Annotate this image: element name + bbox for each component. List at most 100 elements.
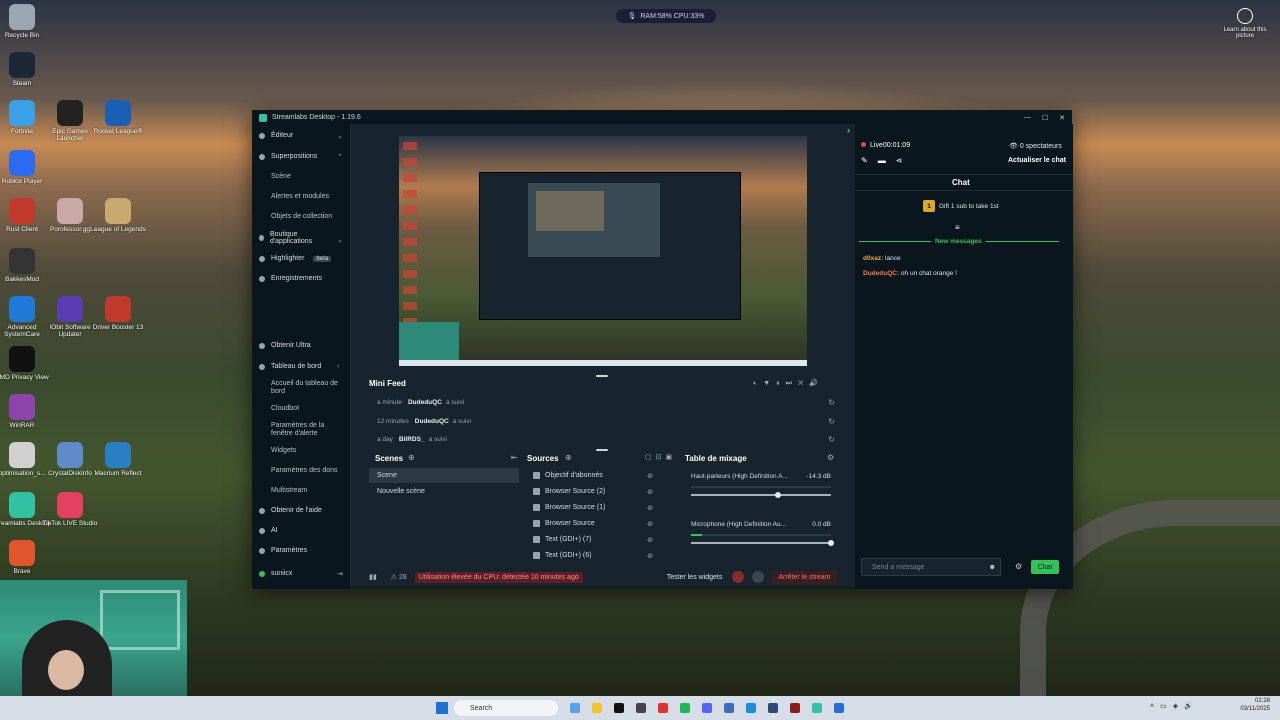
stats-icon[interactable]: ▮▮ (369, 573, 377, 581)
edge-icon[interactable] (746, 703, 756, 713)
visibility-icon[interactable]: ⊘ (647, 472, 653, 480)
clock[interactable]: 02:28 03/11/2025 (1240, 698, 1270, 714)
desktop-icon[interactable]: Brave (0, 540, 52, 575)
nav-obtenir-ultra[interactable]: Obtenir Ultra (259, 342, 311, 349)
chat-user[interactable]: DudeduQC: (863, 270, 899, 277)
source-item[interactable]: Browser Source (2) ⊘ (529, 484, 653, 499)
emoji-icon[interactable]: ☻ (989, 564, 996, 571)
folder-icon[interactable] (592, 703, 602, 713)
chevron-up-icon[interactable]: ⌃ (337, 153, 343, 161)
add-scene-icon[interactable]: ⊕ (408, 453, 415, 462)
chat-settings-icon[interactable]: ⚙ (1015, 562, 1022, 571)
app-icon[interactable] (636, 703, 646, 713)
user-account[interactable]: suniicx (259, 570, 292, 577)
nav-scene[interactable]: Scène (271, 173, 291, 181)
desktop-icon[interactable]: Roblox Player (0, 150, 52, 185)
mail-icon[interactable] (724, 703, 734, 713)
desktop-icon[interactable]: Steam (0, 52, 52, 87)
chevron-left-icon[interactable]: ‹ (337, 363, 339, 370)
gift-banner[interactable]: 1 Gift 1 sub to take 1st (923, 200, 999, 212)
app-icon[interactable] (834, 703, 844, 713)
scene-item[interactable]: Scene (369, 468, 519, 483)
nav-multistream[interactable]: Multistream (271, 487, 307, 495)
close-icon[interactable]: ✕ (1059, 114, 1065, 122)
desktop-icon[interactable]: Macrium Reflect (88, 442, 148, 477)
add-source-icon[interactable]: ⊕ (565, 453, 572, 462)
visibility-icon[interactable]: ⊘ (647, 536, 653, 544)
visibility-icon[interactable]: ⊘ (647, 552, 653, 560)
refresh-chat-button[interactable]: Actualiser le chat (1008, 157, 1066, 164)
title-bar[interactable]: Streamlabs Desktop - 1.19.6 — ☐ ✕ (253, 111, 1071, 124)
tiktok-icon[interactable] (614, 703, 624, 713)
desktop-icon[interactable]: Recycle Bin (0, 4, 52, 39)
visibility-icon[interactable]: ⊘ (647, 520, 653, 528)
collapse-chat-icon[interactable]: › (847, 125, 850, 135)
maximize-icon[interactable]: ☐ (1042, 114, 1048, 122)
stream-preview[interactable] (399, 136, 807, 366)
refresh-icon[interactable]: ↻ (828, 398, 835, 407)
system-monitor-widget[interactable]: 🎙 RAM:58% CPU:33% (616, 9, 716, 23)
nav-tableau-de-bord[interactable]: Tableau de bord (259, 363, 321, 370)
desktop-icon[interactable]: TikTok LIVE Studio (40, 492, 100, 527)
volume-knob[interactable] (828, 540, 834, 546)
alert-icon[interactable]: ⚠ (391, 573, 397, 581)
nav-boutique[interactable]: Boutique d'applications (259, 231, 329, 245)
nav-parametres-alerte[interactable]: Paramètres de la fenêtre d'alerte (271, 422, 343, 438)
desktop-icon[interactable]: BakkesMod (0, 248, 52, 283)
minimize-icon[interactable]: — (1024, 114, 1031, 122)
nav-dons[interactable]: Paramètres des dons (271, 467, 338, 475)
chat-input[interactable]: Send a message ☻ (861, 558, 1001, 576)
nav-highlighter[interactable]: Highlighter beta (259, 255, 332, 262)
sources-toolbar[interactable]: ▢⊡▣ (645, 453, 676, 461)
refresh-icon[interactable]: ↻ (828, 435, 835, 444)
nav-superpositions[interactable]: Superpositions (259, 153, 317, 160)
nav-widgets[interactable]: Widgets (271, 447, 296, 455)
steam-icon[interactable] (768, 703, 778, 713)
expand-icon[interactable]: ≡ (955, 223, 960, 232)
source-item[interactable]: Browser Source (1) ⊘ (529, 500, 653, 515)
nav-alertes[interactable]: Alertes et modules (271, 193, 329, 201)
streamlabs-icon[interactable] (812, 703, 822, 713)
resize-handle[interactable] (596, 449, 608, 451)
source-item[interactable]: Text (GDI+) (7) ⊘ (529, 532, 653, 547)
taskview-icon[interactable] (570, 703, 580, 713)
volume-knob[interactable] (774, 492, 781, 498)
desktop-icon[interactable]: League of Legends (88, 198, 148, 233)
volume-slider[interactable] (691, 540, 834, 546)
visibility-icon[interactable]: ⊘ (647, 504, 653, 512)
nav-accueil[interactable]: Accueil du tableau de bord (271, 380, 343, 396)
test-widgets-button[interactable]: Tester les widgets (667, 574, 723, 581)
tray-icons[interactable]: ˄▭◈🔊 (1150, 702, 1199, 710)
send-chat-button[interactable]: Chat (1031, 560, 1059, 574)
chat-tools[interactable]: ✎▬⋖ (861, 156, 912, 165)
chat-user[interactable]: d0xaz: (863, 255, 883, 262)
desktop-icon[interactable]: WinRAR (0, 394, 52, 429)
scene-item[interactable]: Nouvelle scène (369, 484, 519, 499)
nav-objets[interactable]: Objets de collection (271, 213, 332, 221)
scene-collapse-icon[interactable]: ⇤ (511, 453, 518, 462)
nav-aide[interactable]: Obtenir de l'aide (259, 507, 322, 514)
source-item[interactable]: Text (GDI+) (6) ⊘ (529, 548, 653, 563)
taskbar-search[interactable]: Search (454, 700, 558, 716)
minifeed-controls[interactable]: ◐▼⏸⏭✕🔊 (753, 379, 824, 388)
nav-editeur[interactable]: Éditeur (259, 132, 293, 139)
replay-icon[interactable] (752, 571, 765, 583)
source-item[interactable]: Objectif d'abonnés ⊘ (529, 468, 653, 483)
resize-handle[interactable] (596, 375, 608, 377)
stop-stream-button[interactable]: Arrêter le stream (772, 570, 837, 584)
mixer-settings-icon[interactable]: ⚙ (827, 453, 834, 462)
app-icon[interactable] (658, 703, 668, 713)
nav-cloudbot[interactable]: Cloudbot (271, 405, 299, 413)
source-item[interactable]: Browser Source ⊘ (529, 516, 653, 531)
discord-icon[interactable] (702, 703, 712, 713)
desktop-icon[interactable]: Driver Booster 13 (88, 296, 148, 331)
volume-slider[interactable] (691, 492, 831, 498)
learn-about-picture[interactable]: Learn about this picture (1222, 8, 1268, 39)
desktop-icon[interactable]: Rocket League® (88, 100, 148, 135)
spotify-icon[interactable] (680, 703, 690, 713)
windows-start-icon[interactable] (436, 702, 448, 714)
chevron-down-icon[interactable]: ⌄ (337, 236, 343, 244)
logout-icon[interactable]: ⇥ (337, 570, 343, 578)
refresh-icon[interactable]: ↻ (828, 417, 835, 426)
chevron-down-icon[interactable]: ⌄ (337, 132, 343, 140)
